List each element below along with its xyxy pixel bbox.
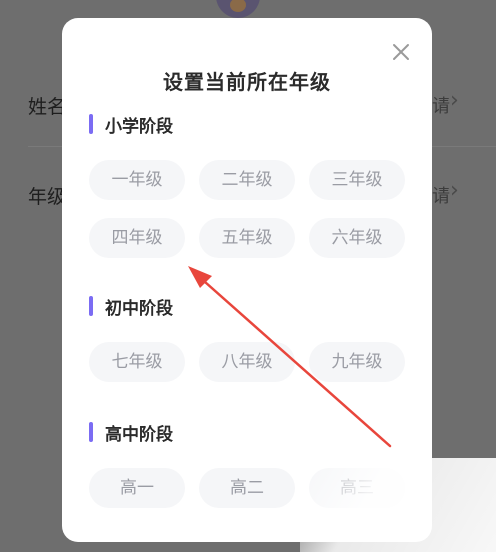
- chevron-right-icon: ›: [450, 178, 459, 203]
- grade-button-7[interactable]: 七年级: [89, 342, 185, 382]
- name-row-label: 姓名: [28, 96, 67, 118]
- grade-button-8[interactable]: 八年级: [199, 342, 295, 382]
- grade-row-label: 年级: [28, 186, 67, 208]
- grade-button-3[interactable]: 三年级: [309, 160, 405, 200]
- grade-select-dialog: 设置当前所在年级 小学阶段 一年级 二年级 三年级 四年级 五年级 六年级 初中…: [62, 18, 432, 542]
- section-header: 初中阶段: [89, 294, 173, 319]
- section-label: 高中阶段: [105, 424, 173, 445]
- grade-button-high-1[interactable]: 高一: [89, 468, 185, 508]
- close-button[interactable]: [387, 38, 415, 66]
- grade-button-4[interactable]: 四年级: [89, 218, 185, 258]
- grade-button-6[interactable]: 六年级: [309, 218, 405, 258]
- avatar: [216, 0, 260, 18]
- section-accent-bar: [89, 114, 93, 134]
- section-header: 高中阶段: [89, 420, 173, 445]
- grade-button-high-2[interactable]: 高二: [199, 468, 295, 508]
- name-row-value: 请: [432, 96, 450, 117]
- section-header: 小学阶段: [89, 112, 173, 137]
- grade-button-1[interactable]: 一年级: [89, 160, 185, 200]
- section-accent-bar: [89, 422, 93, 442]
- grade-button-5[interactable]: 五年级: [199, 218, 295, 258]
- grade-row-value: 请: [432, 186, 450, 207]
- section-accent-bar: [89, 296, 93, 316]
- section-label: 初中阶段: [105, 298, 173, 319]
- section-label: 小学阶段: [105, 116, 173, 137]
- close-icon: [393, 44, 409, 60]
- grade-button-9[interactable]: 九年级: [309, 342, 405, 382]
- chevron-right-icon: ›: [450, 88, 459, 113]
- grade-button-2[interactable]: 二年级: [199, 160, 295, 200]
- grade-button-high-3[interactable]: 高三: [309, 468, 405, 508]
- dialog-title: 设置当前所在年级: [163, 70, 331, 94]
